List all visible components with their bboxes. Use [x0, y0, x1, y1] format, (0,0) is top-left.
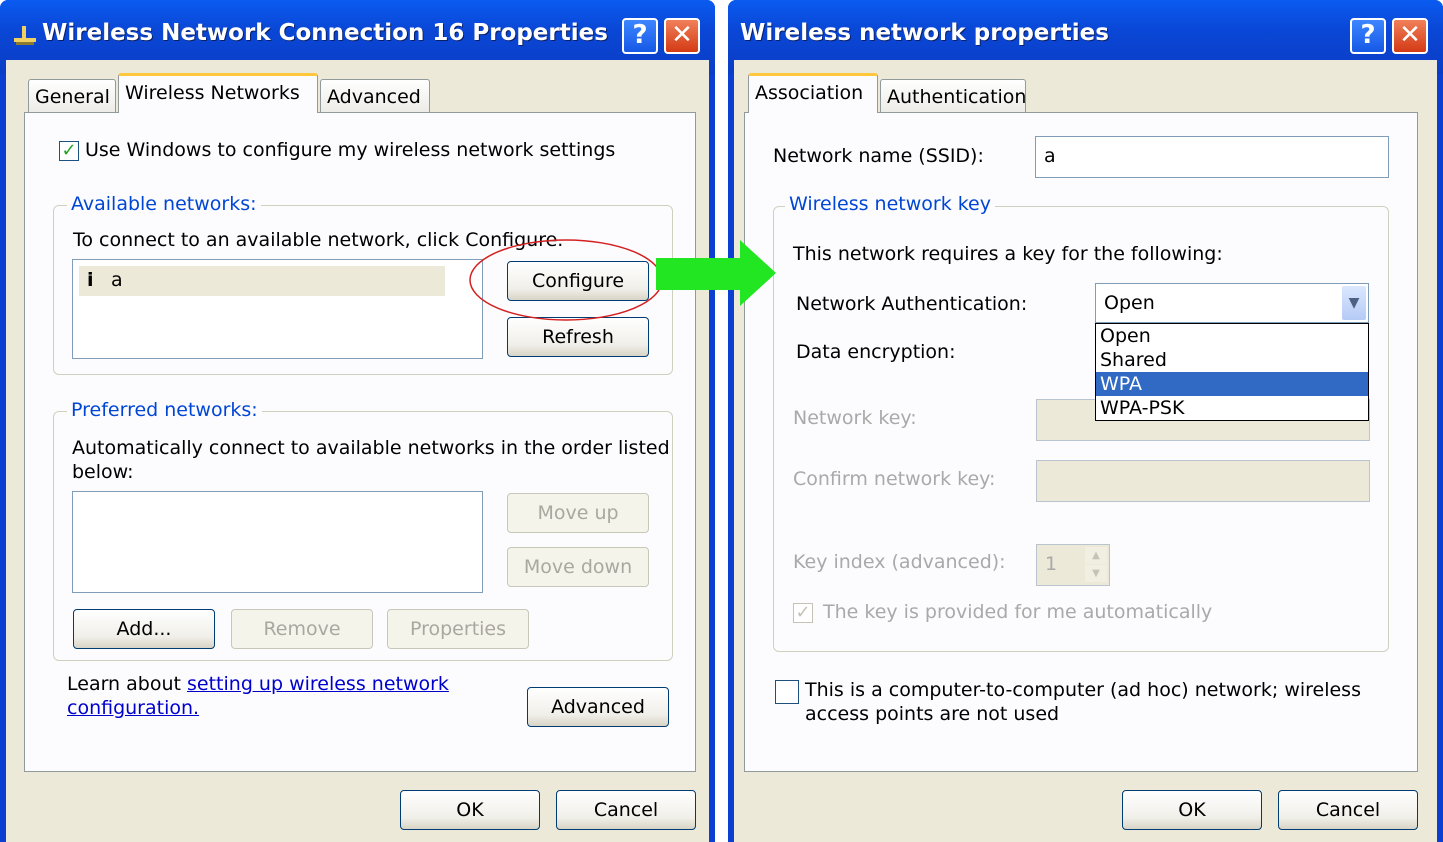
dropdown-option-wpa-psk[interactable]: WPA-PSK: [1096, 396, 1368, 420]
ok-button[interactable]: OK: [400, 790, 540, 830]
key-index-label: Key index (advanced):: [793, 551, 1006, 573]
tab-advanced[interactable]: Advanced: [320, 79, 430, 113]
left-window-title: Wireless Network Connection 16 Propertie…: [42, 20, 608, 46]
tab-general[interactable]: General: [28, 79, 116, 113]
learn-about-link[interactable]: setting up wireless network: [187, 673, 449, 695]
move-down-button[interactable]: Move down: [507, 547, 649, 587]
dropdown-option-shared[interactable]: Shared: [1096, 348, 1368, 372]
wireless-networks-panel: ✓ Use Windows to configure my wireless n…: [24, 112, 696, 772]
antenna-icon: ⅰ: [87, 269, 94, 291]
left-properties-window: Wireless Network Connection 16 Propertie…: [0, 0, 715, 842]
ssid-input[interactable]: a: [1035, 136, 1389, 178]
available-instruction: To connect to an available network, clic…: [73, 229, 564, 251]
learn-about-text: Learn about setting up wireless network: [67, 673, 449, 695]
remove-button[interactable]: Remove: [231, 609, 373, 649]
ssid-label: Network name (SSID):: [773, 145, 984, 167]
preferred-networks-legend: Preferred networks:: [67, 399, 262, 421]
confirm-network-key-input[interactable]: [1036, 460, 1370, 502]
refresh-button[interactable]: Refresh: [507, 317, 649, 357]
network-authentication-label: Network Authentication:: [796, 293, 1028, 315]
authentication-dropdown-list: Open Shared WPA WPA-PSK: [1095, 323, 1369, 421]
selected-authentication: Open: [1104, 292, 1155, 314]
auto-key-checkbox[interactable]: ✓: [793, 603, 813, 623]
available-networks-list[interactable]: ⅰ a: [72, 259, 483, 359]
help-button[interactable]: ?: [1350, 18, 1386, 54]
cancel-button[interactable]: Cancel: [556, 790, 696, 830]
network-authentication-select[interactable]: Open ▼: [1095, 283, 1369, 323]
tab-wireless-networks[interactable]: Wireless Networks: [118, 73, 318, 113]
key-index-input[interactable]: 1 ▲ ▼: [1036, 544, 1110, 586]
spin-down-icon[interactable]: ▼: [1085, 565, 1107, 582]
adhoc-label-line2: access points are not used: [805, 703, 1060, 725]
help-button[interactable]: ?: [622, 18, 658, 54]
spin-up-icon[interactable]: ▲: [1085, 547, 1107, 564]
close-button[interactable]: ✕: [664, 18, 700, 54]
network-key-label: Network key:: [793, 407, 917, 429]
wireless-network-key-legend: Wireless network key: [785, 193, 995, 215]
tab-association[interactable]: Association: [748, 73, 878, 113]
right-properties-window: Wireless network properties ? ✕ Associat…: [728, 0, 1443, 842]
preferred-instruction-line1: Automatically connect to available netwo…: [72, 437, 670, 459]
close-button[interactable]: ✕: [1392, 18, 1428, 54]
properties-button[interactable]: Properties: [387, 609, 529, 649]
dropdown-option-wpa[interactable]: WPA: [1096, 372, 1368, 396]
move-up-button[interactable]: Move up: [507, 493, 649, 533]
available-networks-legend: Available networks:: [67, 193, 261, 215]
ok-button[interactable]: OK: [1122, 790, 1262, 830]
association-panel: Network name (SSID): a Wireless network …: [744, 112, 1418, 772]
auto-key-label: The key is provided for me automatically: [823, 601, 1213, 623]
list-item[interactable]: ⅰ a: [79, 266, 445, 296]
learn-about-link-continued[interactable]: configuration.: [67, 697, 199, 719]
use-windows-label: Use Windows to configure my wireless net…: [85, 139, 616, 161]
tab-authentication[interactable]: Authentication: [880, 79, 1026, 113]
left-client-area: General Wireless Networks Advanced ✓ Use…: [6, 60, 709, 842]
network-connection-icon: [14, 26, 36, 45]
network-name: a: [111, 269, 123, 291]
adhoc-label-line1: This is a computer-to-computer (ad hoc) …: [805, 679, 1361, 701]
adhoc-checkbox[interactable]: [775, 680, 799, 704]
add-button[interactable]: Add...: [73, 609, 215, 649]
preferred-instruction-line2: below:: [72, 461, 134, 483]
use-windows-checkbox[interactable]: ✓: [59, 141, 79, 161]
data-encryption-label: Data encryption:: [796, 341, 956, 363]
confirm-network-key-label: Confirm network key:: [793, 468, 996, 490]
key-index-value: 1: [1045, 553, 1058, 575]
right-client-area: Association Authentication Network name …: [734, 60, 1437, 842]
requires-key-text: This network requires a key for the foll…: [793, 243, 1223, 265]
chevron-down-icon[interactable]: ▼: [1342, 286, 1366, 320]
right-window-title: Wireless network properties: [740, 20, 1109, 46]
cancel-button[interactable]: Cancel: [1278, 790, 1418, 830]
advanced-button[interactable]: Advanced: [527, 687, 669, 727]
preferred-networks-list[interactable]: [72, 491, 483, 593]
dropdown-option-open[interactable]: Open: [1096, 324, 1368, 348]
learn-about-prefix: Learn about: [67, 673, 188, 695]
configure-button[interactable]: Configure: [507, 261, 649, 301]
